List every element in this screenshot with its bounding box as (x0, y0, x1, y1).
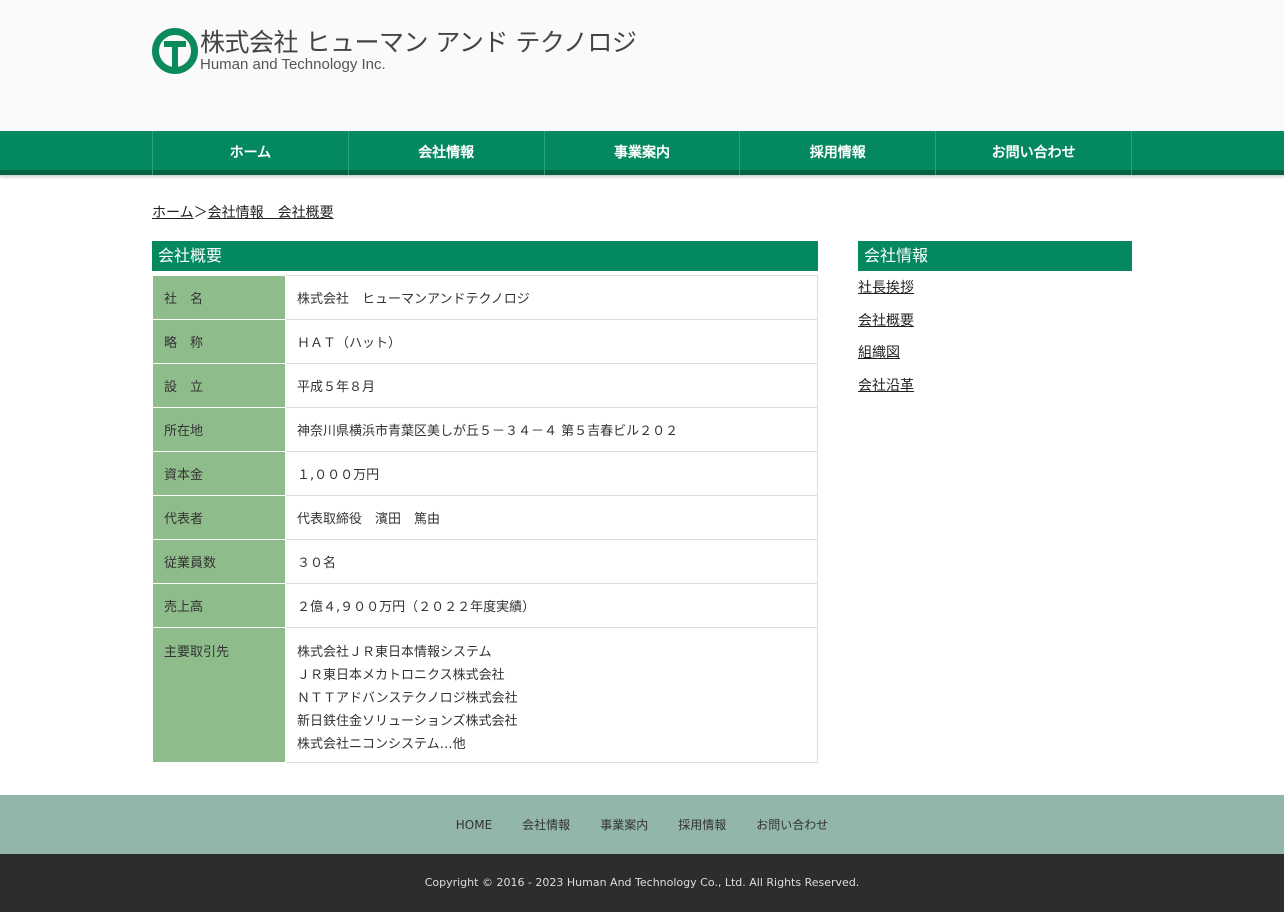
row-value: １,０００万円 (285, 451, 818, 496)
footer-nav: HOME 会社情報 事業案内 採用情報 お問い合わせ (0, 795, 1284, 854)
row-label: 従業員数 (152, 539, 286, 584)
row-label: 設 立 (152, 363, 286, 408)
nav-company[interactable]: 会社情報 (349, 131, 545, 175)
company-overview: 会社概要 社 名株式会社 ヒューマンアンドテクノロジ略 称 ＨＡＴ（ハット）設 立… (152, 241, 818, 763)
row-value: ２億４,９００万円（２０２２年度実績） (285, 583, 818, 628)
breadcrumb-home[interactable]: ホーム (152, 205, 194, 221)
nav-recruit[interactable]: 採用情報 (740, 131, 937, 175)
breadcrumb: ホーム＞会社情報 会社概要 (152, 202, 334, 222)
sidebar-link-history[interactable]: 会社沿革 (858, 375, 1132, 400)
nav-business[interactable]: 事業案内 (545, 131, 741, 175)
sidebar-link-organization[interactable]: 組織図 (858, 342, 1132, 367)
row-label: 代表者 (152, 495, 286, 540)
footer-link-home[interactable]: HOME (456, 818, 492, 832)
row-value: 平成５年８月 (285, 363, 818, 408)
row-value: ＨＡＴ（ハット） (285, 319, 818, 364)
breadcrumb-separator: ＞ (193, 205, 208, 221)
client-item: 新日鉄住金ソリューションズ株式会社 (297, 714, 518, 729)
footer-link-business[interactable]: 事業案内 (600, 816, 648, 833)
row-value: 神奈川県横浜市青葉区美しが丘５－３４－４ 第５吉春ビル２０２ (285, 407, 818, 452)
table-row: 略 称 ＨＡＴ（ハット） (152, 319, 818, 364)
table-row: 所在地 神奈川県横浜市青葉区美しが丘５－３４－４ 第５吉春ビル２０２ (152, 407, 818, 452)
row-value: 代表取締役 濱田 篤由 (285, 495, 818, 540)
table-row: 社 名株式会社 ヒューマンアンドテクノロジ (152, 275, 818, 320)
copyright: Copyright © 2016 - 2023 Human And Techno… (0, 854, 1284, 912)
sidebar-link-overview[interactable]: 会社概要 (858, 310, 1132, 335)
site-header: 株式会社 ヒューマン アンド テクノロジ Human and Technolog… (0, 0, 1284, 131)
client-item: 株式会社ニコンシステム…他 (297, 737, 466, 752)
row-label: 資本金 (152, 451, 286, 496)
table-row: 代表者 代表取締役 濱田 篤由 (152, 495, 818, 540)
row-label: 所在地 (152, 407, 286, 452)
row-label: 売上高 (152, 583, 286, 628)
footer-link-company[interactable]: 会社情報 (522, 816, 570, 833)
footer-link-contact[interactable]: お問い合わせ (756, 816, 828, 833)
sidebar-link-greeting[interactable]: 社長挨拶 (858, 277, 1132, 302)
table-row: 設 立平成５年８月 (152, 363, 818, 408)
client-item: ＪＲ東日本メカトロニクス株式会社 (297, 668, 505, 683)
logo-name-en: Human and Technology Inc. (200, 56, 386, 73)
row-label: 社 名 (152, 275, 286, 320)
overview-table: 社 名株式会社 ヒューマンアンドテクノロジ略 称 ＨＡＴ（ハット）設 立平成５年８… (152, 275, 818, 763)
sidebar-title: 会社情報 (858, 241, 1132, 271)
table-row: 従業員数 ３０名 (152, 539, 818, 584)
row-value: 株式会社ＪＲ東日本情報システム ＪＲ東日本メカトロニクス株式会社 ＮＴＴアドバン… (285, 627, 818, 763)
table-row: 主要取引先 株式会社ＪＲ東日本情報システム ＪＲ東日本メカトロニクス株式会社 Ｎ… (152, 627, 818, 763)
row-value: 株式会社 ヒューマンアンドテクノロジ (285, 275, 818, 320)
table-row: 資本金 １,０００万円 (152, 451, 818, 496)
client-item: ＮＴＴアドバンステクノロジ株式会社 (297, 691, 518, 706)
row-label: 略 称 (152, 319, 286, 364)
section-title: 会社概要 (152, 241, 818, 271)
company-logo[interactable]: 株式会社 ヒューマン アンド テクノロジ Human and Technolog… (152, 28, 637, 74)
nav-contact[interactable]: お問い合わせ (936, 131, 1132, 175)
table-row: 売上高 ２億４,９００万円（２０２２年度実績） (152, 583, 818, 628)
logo-mark-icon (152, 28, 198, 74)
client-item: 株式会社ＪＲ東日本情報システム (297, 645, 492, 660)
logo-name-jp: 株式会社 ヒューマン アンド テクノロジ (200, 28, 637, 57)
sidebar: 会社情報 社長挨拶 会社概要 組織図 会社沿革 (858, 241, 1132, 399)
nav-home[interactable]: ホーム (153, 131, 349, 175)
breadcrumb-current[interactable]: 会社情報 会社概要 (208, 205, 334, 221)
main-nav: ホーム 会社情報 事業案内 採用情報 お問い合わせ (0, 131, 1284, 175)
row-value: ３０名 (285, 539, 818, 584)
footer-link-recruit[interactable]: 採用情報 (678, 816, 726, 833)
row-label: 主要取引先 (152, 627, 286, 763)
